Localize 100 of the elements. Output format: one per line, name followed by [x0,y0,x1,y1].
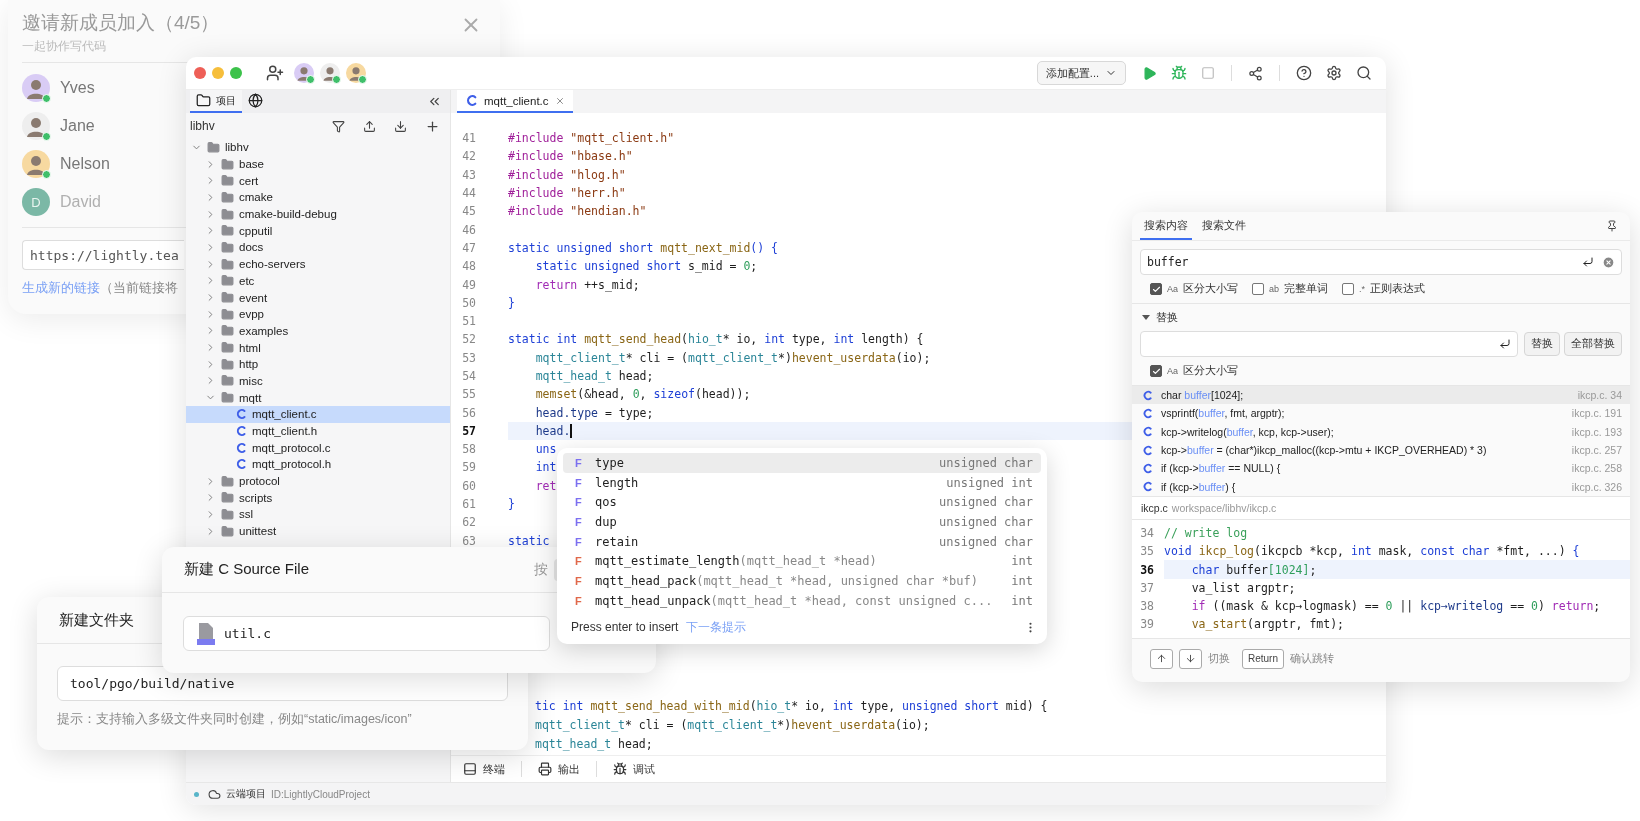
folder-icon [221,507,234,521]
download-icon[interactable] [394,119,407,133]
suggestion-item[interactable]: F mqtt_head_pack(mqtt_head_t *head, unsigned char *buf) int [563,571,1041,591]
file-name-field[interactable]: util.c [183,616,550,651]
search-result[interactable]: kcp->writelog(buffer, kcp, kcp->user); ikcp.c. 193 [1132,422,1630,441]
replace-button[interactable]: 替换 [1524,332,1560,356]
close-light[interactable] [194,67,206,79]
tree-item[interactable]: protocol [186,472,450,490]
code-line: int [534,460,557,475]
enter-icon[interactable] [1582,256,1594,268]
tree-item[interactable]: http [186,355,450,373]
suggestion-item[interactable]: F dup unsigned char [563,512,1041,532]
search-result[interactable]: char buffer[1024]; ikcp.c. 34 [1132,386,1630,405]
up-key[interactable] [1150,648,1173,669]
clear-icon[interactable] [1602,255,1615,269]
suggestion-item[interactable]: F retain unsigned char [563,531,1041,552]
folder-icon [221,474,234,488]
checkbox[interactable] [1252,283,1264,295]
tree-item[interactable]: unittest [186,522,450,540]
tree-item[interactable]: mqtt_protocol.h [186,456,450,473]
c-file-icon [1142,481,1153,493]
share-icon[interactable] [1248,65,1263,81]
folder-icon [221,307,234,321]
folder-icon [221,374,234,388]
help-icon[interactable] [1296,65,1312,81]
sidebar-tab[interactable]: 项目 [190,90,242,113]
search-field[interactable]: buffer [1140,249,1622,275]
line-number: 35 [1139,544,1154,559]
settings-icon[interactable] [1326,65,1342,81]
code-line: static unsigned short s_mid = 0; [534,259,758,274]
editor-tab[interactable]: mqtt_client.c [457,90,573,113]
c-file-icon [465,94,478,107]
avatar [22,74,50,102]
tree-item[interactable]: misc [186,372,450,390]
down-key[interactable] [1179,648,1202,669]
play-icon[interactable] [1142,65,1157,81]
search-tab[interactable]: 搜索文件 [1198,212,1250,240]
tree-item[interactable]: cmake [186,189,450,206]
upload-icon[interactable] [363,119,376,133]
replace-button[interactable]: 全部替换 [1564,332,1622,356]
tree-item[interactable]: mqtt_client.h [186,422,450,440]
search-result[interactable]: if (kcp->buffer == NULL) { ikcp.c. 258 [1132,459,1630,478]
folder-icon [221,174,234,188]
tree-item[interactable]: event [186,289,450,306]
checkbox[interactable] [1150,365,1162,377]
suggestion-item[interactable]: F mqtt_head_unpack(mqtt_head_t *head, const unsigned c... int [563,590,1041,611]
code-line: mqtt_head_t head; [535,736,653,751]
tree-item[interactable]: examples [186,322,450,340]
tree-item[interactable]: mqtt [186,389,450,406]
return-key[interactable]: Return [1242,648,1284,669]
member-name: Nelson [60,155,110,173]
avatar: D [22,188,50,216]
replace-field[interactable] [1140,331,1518,357]
c-file-icon [1142,462,1153,474]
tree-item[interactable]: evpp [186,305,450,323]
close-icon[interactable] [554,95,565,106]
filter-icon[interactable] [332,119,345,133]
tree-item[interactable]: mqtt_client.c [186,406,450,423]
code-line: memset(&head, 0, sizeof(head)); [534,387,751,402]
panel-tab[interactable]: 调试 [609,761,659,777]
search-tab[interactable]: 搜索内容 [1140,212,1192,240]
tree-item[interactable]: cert [186,172,450,190]
tree-item[interactable]: cmake-build-debug [186,205,450,223]
search-result[interactable]: vsprintf(buffer, fmt, argptr); ikcp.c. 191 [1132,404,1630,423]
code-line: uns [534,442,557,457]
panel-tab[interactable]: 输出 [534,761,584,777]
tree-item[interactable]: etc [186,272,450,290]
suggestion-item[interactable]: F length unsigned int [563,472,1041,493]
suggestion-item[interactable]: F qos unsigned char [563,492,1041,513]
output-icon [538,762,552,776]
tree-item[interactable]: html [186,339,450,356]
add-user-icon[interactable] [266,64,284,82]
tree-item[interactable]: libhv [186,139,450,156]
tree-item[interactable]: echo-servers [186,255,450,273]
c-file-icon [196,621,216,646]
replace-toggle[interactable]: 替换 [1132,304,1188,327]
search-result[interactable]: kcp->buffer = (char*)ikcp_malloc((kcp->mtu + IKCP_OVERHEAD) * 3) ikcp.c. 257 [1132,440,1630,460]
c-file-icon [1142,407,1153,419]
panel-tab[interactable]: 终端 [459,761,509,777]
tree-item[interactable]: scripts [186,489,450,507]
search-icon[interactable] [1356,65,1372,81]
bug-icon[interactable] [1171,65,1187,81]
add-icon[interactable] [425,118,440,134]
suggestion-item[interactable]: F mqtt_estimate_length(mqtt_head_t *head) int [563,551,1041,572]
tree-item[interactable]: ssl [186,506,450,523]
tree-item[interactable]: docs [186,239,450,256]
checkbox[interactable] [1342,283,1355,295]
checkbox[interactable] [1150,283,1162,295]
tree-item[interactable]: mqtt_protocol.c [186,439,450,457]
enter-icon[interactable] [1499,338,1511,350]
invite-link-field[interactable]: https://lightly.tea [22,240,184,270]
code-line: if ((mask & kcp→logmask) == 0 || kcp→writelog == 0) return; [1190,599,1601,614]
tree-item[interactable]: cpputil [186,222,450,240]
arrow-down-icon [1185,653,1196,665]
search-result[interactable]: if (kcp->buffer) { ikcp.c. 326 [1132,477,1630,496]
code-line: static unsigned short mqtt_next_mid() { [508,240,779,255]
suggestion-item[interactable]: F type unsigned char [563,453,1041,473]
c-file-icon [235,408,247,421]
run-config-dropdown[interactable]: 添加配置... [1036,61,1126,85]
tree-item[interactable]: base [186,155,450,173]
